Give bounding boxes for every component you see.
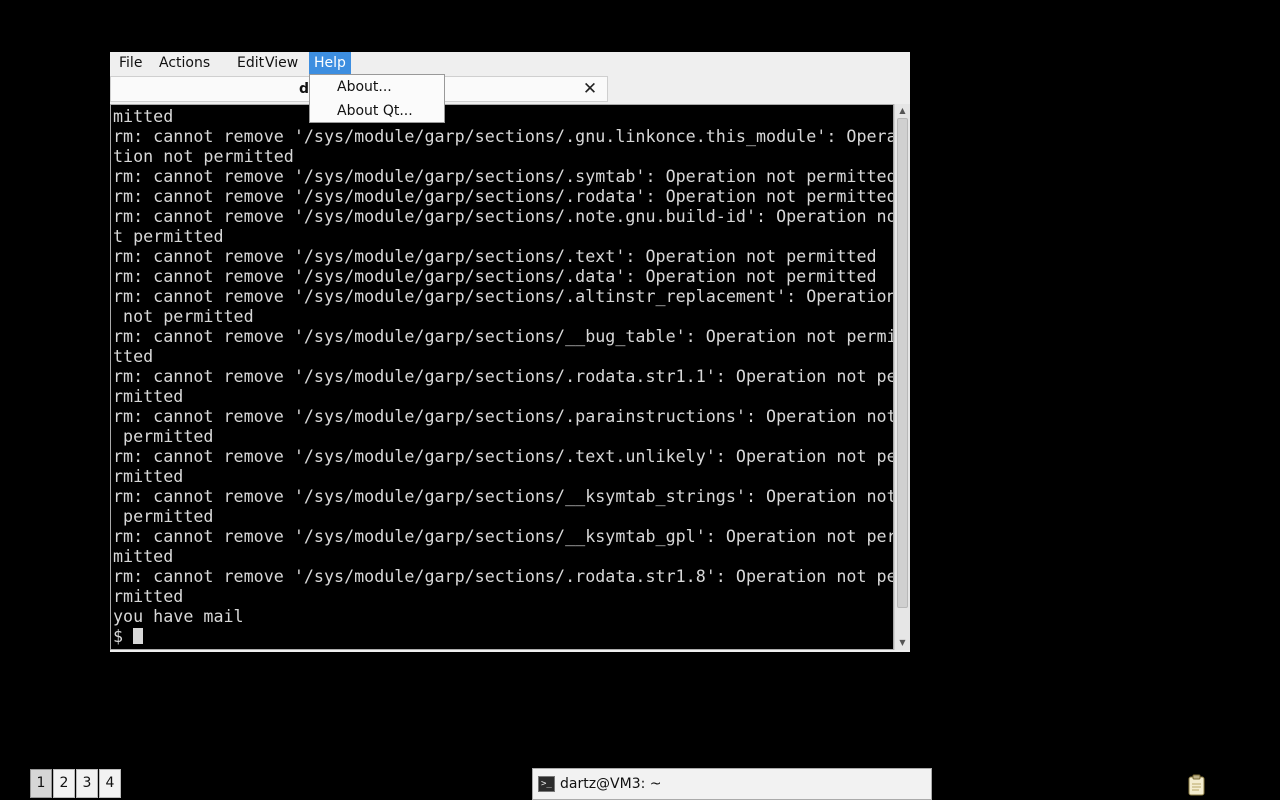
menu-view[interactable]: View xyxy=(260,52,303,74)
menu-item-about-qt[interactable]: About Qt... xyxy=(310,99,444,123)
terminal-output[interactable]: mitted rm: cannot remove '/sys/module/ga… xyxy=(110,104,894,650)
menu-help[interactable]: Help xyxy=(309,52,351,74)
menu-item-about[interactable]: About... xyxy=(310,75,444,99)
menubar: File Actions Edit View Help xyxy=(110,52,910,74)
workspace-4-button[interactable]: 4 xyxy=(99,769,121,798)
menu-file[interactable]: File xyxy=(114,52,147,74)
scroll-up-arrow-icon[interactable]: ▲ xyxy=(895,104,910,118)
tab-label: d xyxy=(299,81,310,97)
clipboard-icon[interactable] xyxy=(1186,774,1208,796)
menu-actions[interactable]: Actions xyxy=(154,52,215,74)
workspace-1-button[interactable]: 1 xyxy=(30,769,52,798)
terminal-text: mitted rm: cannot remove '/sys/module/ga… xyxy=(113,106,894,646)
help-menu-dropdown: About... About Qt... xyxy=(309,74,445,123)
tab-bar: d ✕ xyxy=(110,74,910,104)
terminal-cursor xyxy=(133,628,144,644)
terminal-icon: >_ xyxy=(538,776,555,792)
taskbar-window-label: dartz@VM3: ~ xyxy=(560,776,662,792)
scroll-down-arrow-icon[interactable]: ▼ xyxy=(895,636,910,650)
scrollbar-thumb[interactable] xyxy=(897,118,908,608)
terminal-window: File Actions Edit View Help d ✕ mitted r… xyxy=(110,52,910,652)
workspace-2-button[interactable]: 2 xyxy=(53,769,75,798)
workspace-3-button[interactable]: 3 xyxy=(76,769,98,798)
terminal-scrollbar[interactable]: ▲ ▼ xyxy=(894,104,910,650)
taskbar-window-button[interactable]: >_ dartz@VM3: ~ xyxy=(532,768,932,800)
close-icon[interactable]: ✕ xyxy=(581,80,599,98)
taskbar-panel: 1 2 3 4 >_ dartz@VM3: ~ xyxy=(0,768,1280,800)
